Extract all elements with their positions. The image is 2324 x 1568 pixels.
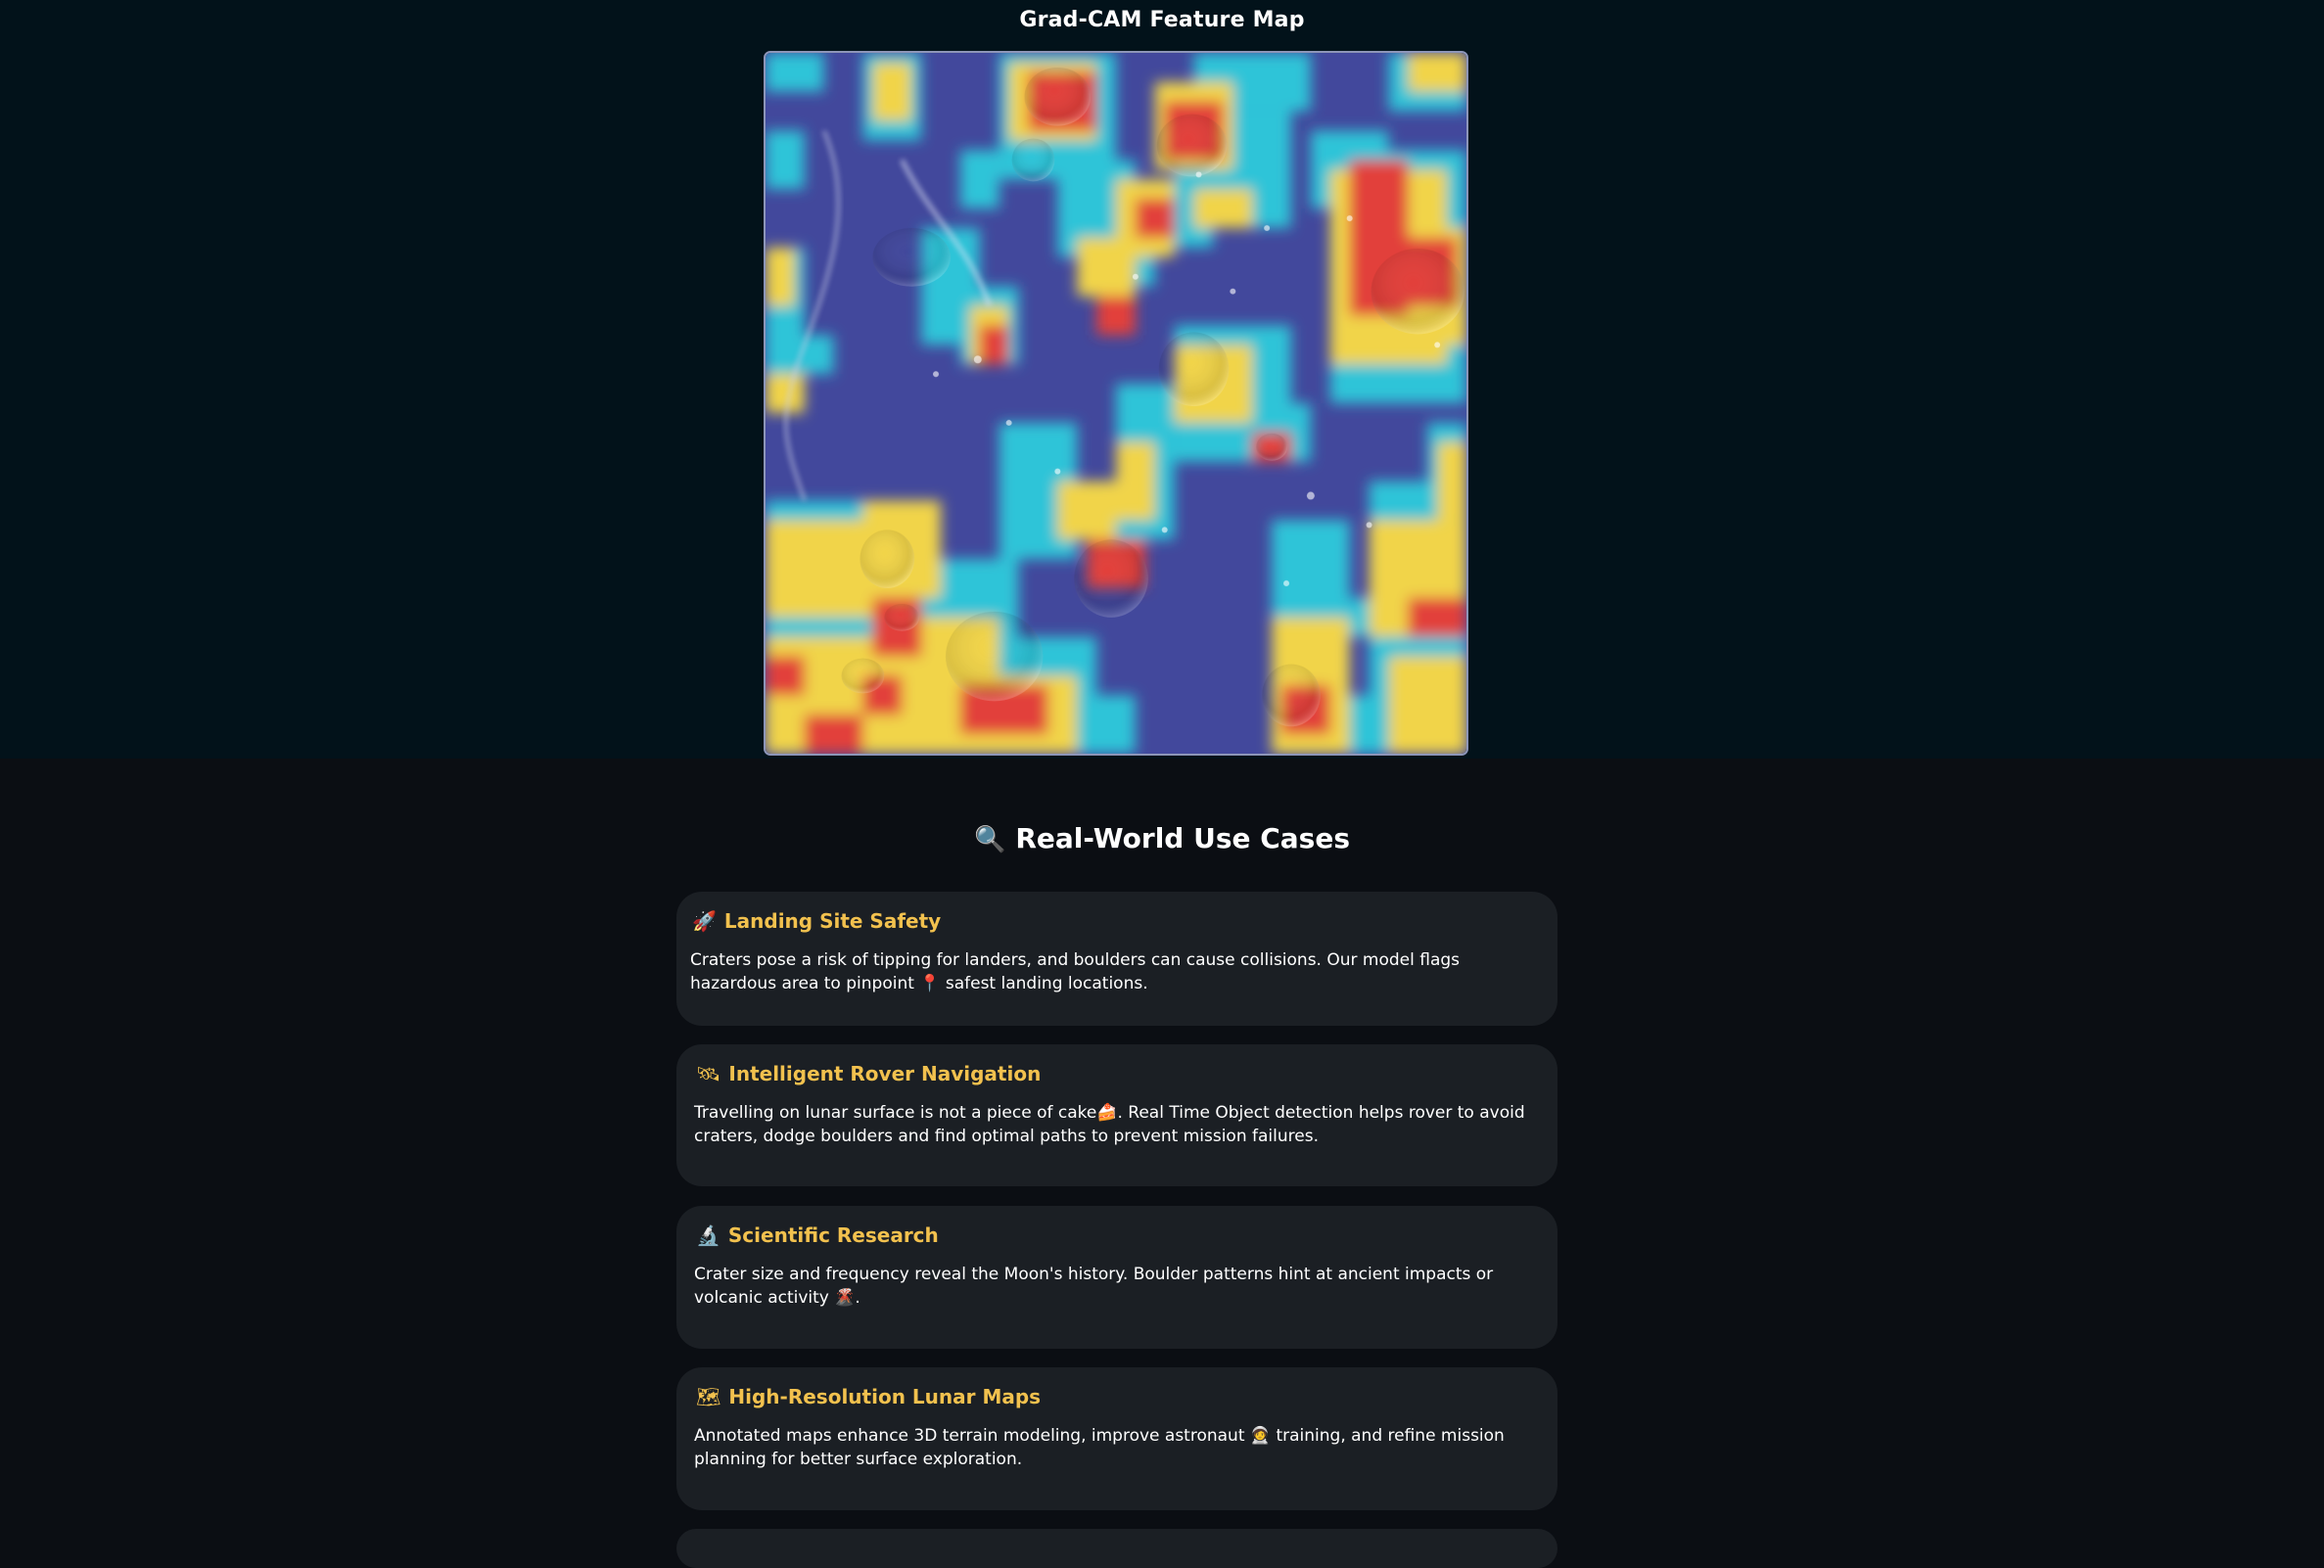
microscope-icon: 🔬 [696, 1223, 720, 1247]
use-case-description: Crater size and frequency reveal the Moo… [694, 1265, 1494, 1308]
use-case-description: Travelling on lunar surface is not a pie… [694, 1103, 1525, 1146]
use-case-title-text: High-Resolution Lunar Maps [728, 1385, 1042, 1408]
gradcam-heatmap-image [764, 51, 1468, 756]
map-icon: 🗺 [696, 1385, 721, 1408]
use-case-description: Craters pose a risk of tipping for lande… [690, 950, 1461, 993]
gradcam-title: Grad-CAM Feature Map [1019, 8, 1305, 32]
gradcam-section: Grad-CAM Feature Map [0, 0, 2324, 759]
use-case-title: 🚀 Landing Site Safety [692, 909, 941, 933]
use-case-card-landing-site-safety: 🚀 Landing Site Safety Craters pose a risk… [676, 892, 1557, 1026]
use-case-card-rover-navigation: 🛰 Intelligent Rover Navigation Travelling… [676, 1044, 1557, 1186]
use-cases-heading: 🔍 Real-World Use Cases [0, 822, 2324, 854]
use-case-card-partial [676, 1529, 1557, 1568]
satellite-icon: 🛰 [696, 1062, 721, 1085]
rocket-icon: 🚀 [692, 909, 717, 933]
use-case-card-scientific-research: 🔬 Scientific Research Crater size and fre… [676, 1206, 1557, 1349]
use-case-title-text: Landing Site Safety [723, 909, 942, 933]
use-cases-heading-text: Real-World Use Cases [1015, 822, 1350, 854]
use-case-title: 🔬 Scientific Research [696, 1223, 939, 1247]
use-case-card-lunar-maps: 🗺 High-Resolution Lunar Maps Annotated ma… [676, 1367, 1557, 1510]
use-case-title-text: Scientific Research [727, 1223, 939, 1247]
use-case-title: 🗺 High-Resolution Lunar Maps [696, 1385, 1041, 1408]
use-case-title: 🛰 Intelligent Rover Navigation [696, 1062, 1041, 1085]
use-case-description: Annotated maps enhance 3D terrain modeli… [694, 1426, 1505, 1469]
magnifier-icon: 🔍 [973, 825, 1006, 854]
use-case-title-text: Intelligent Rover Navigation [728, 1062, 1042, 1085]
heatmap-svg [766, 53, 1466, 754]
